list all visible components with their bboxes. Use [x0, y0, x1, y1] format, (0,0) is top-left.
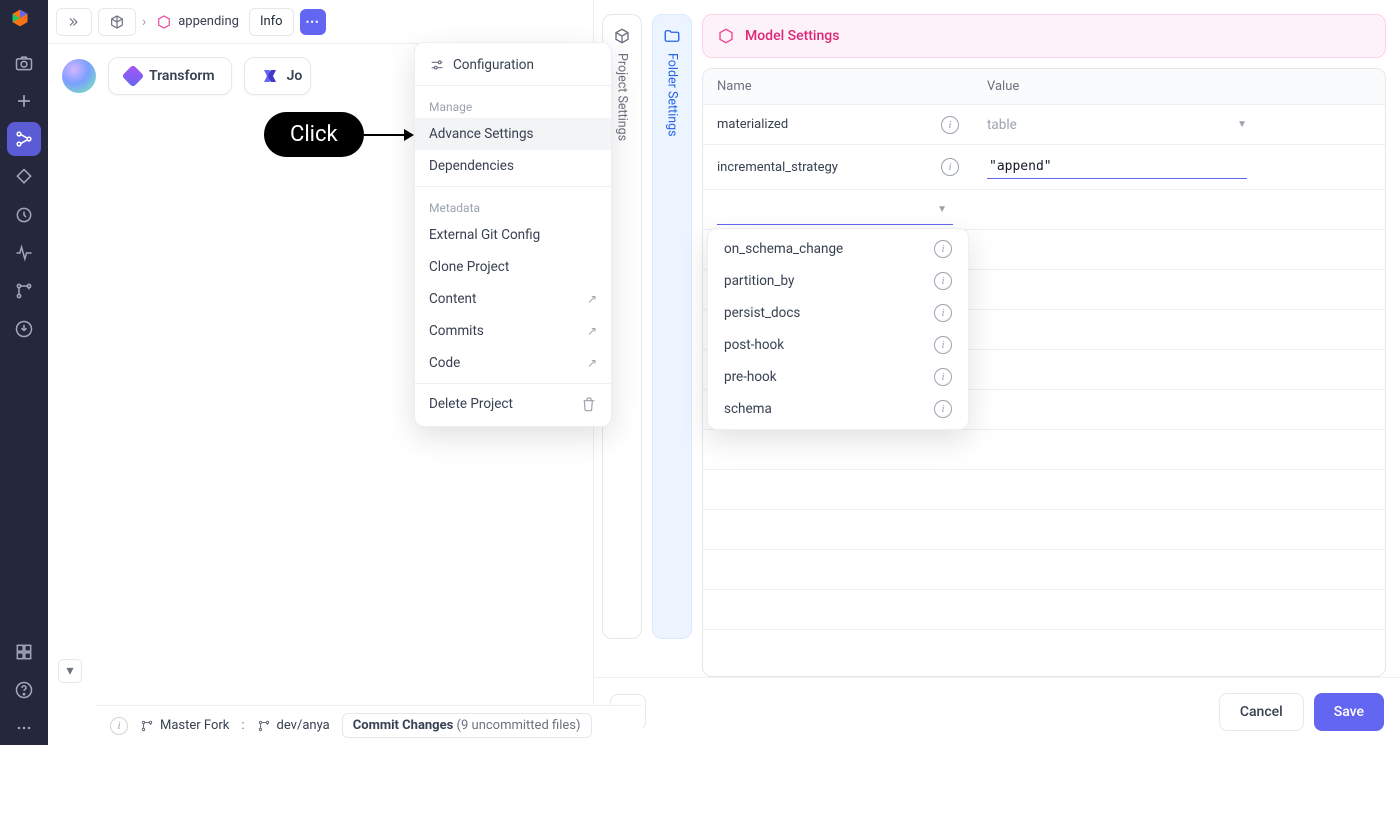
crumb-project[interactable]: appending — [152, 14, 243, 30]
dd-delete[interactable]: Delete Project — [415, 388, 611, 420]
rail-diamond-icon[interactable] — [7, 160, 41, 194]
panel-footer: i Cancel Save — [594, 677, 1400, 745]
join-pill[interactable]: Jo — [244, 57, 312, 95]
suggest-item[interactable]: partition_byi — [708, 265, 968, 297]
name-suggestions: on_schema_changei partition_byi persist_… — [707, 228, 969, 430]
hexagon-icon — [717, 27, 735, 45]
chevron-down-icon: ▼ — [937, 204, 947, 215]
config-dropdown: Configuration Manage Advance Settings De… — [414, 42, 612, 427]
chevron-down-icon: ▼ — [1237, 119, 1247, 130]
arrow-icon — [404, 129, 414, 141]
dd-git-config[interactable]: External Git Config — [415, 219, 611, 251]
external-icon: ↗ — [587, 292, 597, 306]
rail-branch-icon[interactable] — [7, 274, 41, 308]
crumb-project-label: appending — [178, 14, 239, 29]
suggest-item[interactable]: pre-hooki — [708, 361, 968, 393]
panel-header: Model Settings — [702, 14, 1386, 58]
cube-icon — [613, 27, 631, 45]
dd-meta-head: Metadata — [415, 191, 611, 219]
bottom-expander[interactable]: ▾ — [58, 659, 82, 683]
rail-download-icon[interactable] — [7, 312, 41, 346]
row-name: materialized — [717, 117, 788, 132]
click-callout: Click — [264, 112, 414, 157]
vtab-folder-label: Folder Settings — [665, 53, 680, 137]
info-icon[interactable]: i — [934, 368, 952, 386]
external-icon: ↗ — [587, 356, 597, 370]
status-bar: i Master Fork : dev/anya Commit Changes … — [96, 705, 642, 745]
settings-row: incremental_strategy i — [703, 145, 1385, 190]
dd-dependencies[interactable]: Dependencies — [415, 150, 611, 182]
rail-plus-icon[interactable] — [7, 84, 41, 118]
crumb-cube[interactable] — [98, 8, 136, 36]
info-icon[interactable]: i — [934, 304, 952, 322]
vtab-project-label: Project Settings — [615, 53, 630, 141]
info-icon[interactable]: i — [941, 158, 959, 176]
suggest-item[interactable]: schemai — [708, 393, 968, 425]
value-select[interactable]: table▼ — [987, 117, 1247, 133]
suggest-item[interactable]: on_schema_changei — [708, 233, 968, 265]
rail-clock-icon[interactable] — [7, 198, 41, 232]
rail-help-icon[interactable] — [7, 673, 41, 707]
panel-title: Model Settings — [745, 28, 839, 44]
folder-icon — [663, 27, 681, 45]
branch-icon — [140, 719, 154, 733]
suggest-item[interactable]: persist_docsi — [708, 297, 968, 329]
sliders-icon — [429, 57, 445, 73]
dd-clone[interactable]: Clone Project — [415, 251, 611, 283]
status-branch[interactable]: dev/anya — [257, 718, 330, 733]
info-icon[interactable]: i — [934, 272, 952, 290]
rail-widget-icon[interactable] — [7, 635, 41, 669]
rail-activity-icon[interactable] — [7, 236, 41, 270]
commit-changes-pill[interactable]: Commit Changes (9 uncommitted files) — [342, 713, 592, 738]
save-button[interactable]: Save — [1314, 693, 1384, 731]
avatar-orb — [62, 59, 96, 93]
nav-rail — [0, 0, 48, 745]
crumb-sep-icon: › — [142, 14, 146, 30]
join-icon — [261, 67, 279, 85]
breadcrumb: › appending Info ⋯ — [48, 0, 593, 44]
name-dropdown[interactable]: ▼ — [717, 195, 953, 225]
cancel-button[interactable]: Cancel — [1219, 693, 1304, 731]
settings-row-new: ▼ — [703, 190, 1385, 230]
crumb-more-button[interactable]: ⋯ — [300, 9, 326, 35]
rail-more-icon[interactable] — [7, 711, 41, 745]
app-logo — [10, 8, 38, 36]
dd-manage-head: Manage — [415, 90, 611, 118]
info-icon[interactable]: i — [934, 240, 952, 258]
info-icon[interactable]: i — [941, 116, 959, 134]
status-master[interactable]: Master Fork — [140, 718, 229, 733]
suggest-item[interactable]: post-hooki — [708, 329, 968, 361]
dd-configuration[interactable]: Configuration — [415, 49, 611, 81]
dd-code[interactable]: Code↗ — [415, 347, 611, 379]
join-label: Jo — [287, 68, 303, 84]
info-icon[interactable]: i — [934, 336, 952, 354]
settings-row: materialized i table▼ — [703, 105, 1385, 145]
info-icon[interactable]: i — [934, 400, 952, 418]
callout-label: Click — [264, 112, 364, 157]
trash-icon — [581, 396, 597, 412]
external-icon: ↗ — [587, 324, 597, 338]
crumb-collapse[interactable] — [56, 8, 92, 36]
rail-graph-icon[interactable] — [7, 122, 41, 156]
crumb-info[interactable]: Info — [249, 8, 294, 36]
transform-pill[interactable]: Transform — [108, 57, 232, 95]
branch-icon — [257, 719, 271, 733]
dd-content[interactable]: Content↗ — [415, 283, 611, 315]
row-name: incremental_strategy — [717, 160, 838, 175]
transform-label: Transform — [149, 68, 215, 84]
dd-commits[interactable]: Commits↗ — [415, 315, 611, 347]
transform-icon — [122, 65, 145, 88]
col-value-head: Value — [973, 69, 1385, 104]
dd-advance-settings[interactable]: Advance Settings — [415, 118, 611, 150]
value-input[interactable] — [987, 155, 1247, 179]
rail-camera-icon[interactable] — [7, 46, 41, 80]
vtab-folder-settings[interactable]: Folder Settings — [652, 14, 692, 639]
col-name-head: Name — [703, 69, 973, 104]
status-info-icon[interactable]: i — [110, 717, 128, 735]
